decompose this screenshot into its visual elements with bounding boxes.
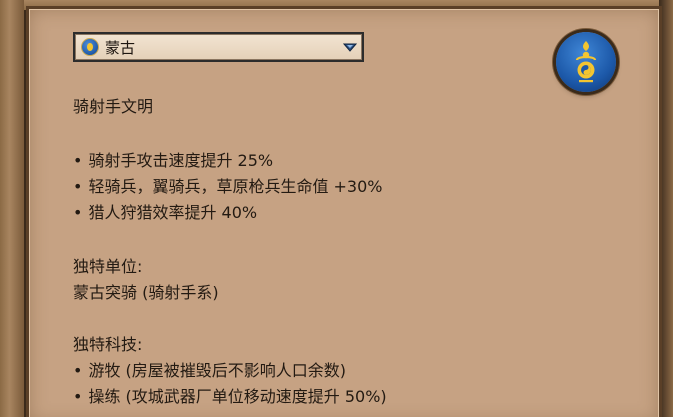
unique-unit-value: 蒙古突骑 (骑射手系) xyxy=(73,283,219,302)
civ-select-value: 蒙古 xyxy=(105,38,136,57)
civilization-screen: 蒙古 骑射手文明 骑射手攻击速度提升 25% 轻骑兵，翼骑兵 xyxy=(0,0,673,417)
dropdown-arrow-icon[interactable] xyxy=(338,34,362,60)
unique-tech-heading: 独特科技: xyxy=(73,335,143,354)
mongolia-emblem-icon xyxy=(556,32,616,92)
unique-tech-item: 操练 (攻城武器厂单位移动速度提升 50%) xyxy=(73,383,386,407)
bonus-item: 骑射手攻击速度提升 25% xyxy=(73,147,273,171)
civ-info-panel: 蒙古 骑射手文明 骑射手攻击速度提升 25% 轻骑兵，翼骑兵 xyxy=(26,6,662,417)
bonus-item: 轻骑兵，翼骑兵，草原枪兵生命值 +30% xyxy=(73,173,382,197)
unique-tech-item: 游牧 (房屋被摧毁后不影响人口余数) xyxy=(73,357,346,381)
frame-left xyxy=(0,0,24,417)
civ-type-label: 骑射手文明 xyxy=(73,97,154,116)
civ-select-dropdown[interactable]: 蒙古 xyxy=(73,32,364,62)
bonus-item: 猎人狩猎效率提升 40% xyxy=(73,199,257,223)
mongolia-flag-icon xyxy=(81,38,99,56)
unique-unit-heading: 独特单位: xyxy=(73,257,143,276)
